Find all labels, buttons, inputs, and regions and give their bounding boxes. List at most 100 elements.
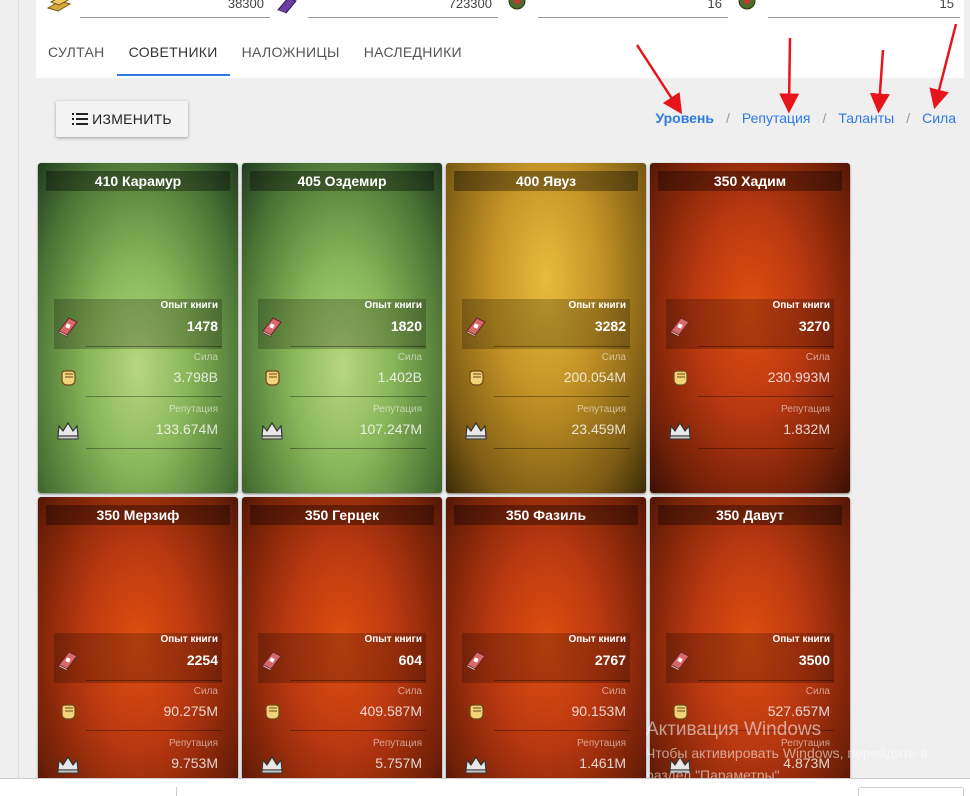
- advisor-name: 400 Явуз: [454, 171, 638, 191]
- resource-bar: 38300 723300 16 15: [36, 0, 964, 24]
- book-exp-label: Опыт книги: [568, 300, 626, 311]
- advisor-name: 405 Оздемир: [250, 171, 434, 191]
- resource-wreath-2-value: 15: [939, 0, 954, 11]
- stat-underline: [698, 346, 834, 347]
- book-exp-row: Опыт книги 1478: [54, 299, 222, 349]
- reputation-value: 107.247M: [359, 421, 422, 437]
- fist-icon: [61, 370, 76, 386]
- reputation-row: Репутация 1.832M: [666, 403, 834, 451]
- stat-underline: [698, 680, 834, 681]
- book-exp-label: Опыт книги: [160, 634, 218, 645]
- stat-underline: [86, 730, 222, 731]
- crown-icon: [57, 755, 79, 774]
- fist-icon: [265, 370, 280, 386]
- book-exp-row: Опыт книги 2767: [462, 633, 630, 683]
- book-exp-value: 604: [398, 652, 422, 668]
- tab-heirs[interactable]: НАСЛЕДНИКИ: [352, 34, 474, 76]
- book-icon: [670, 651, 690, 671]
- reputation-value: 1.832M: [783, 421, 830, 437]
- advisor-card[interactable]: 350 Хадим Опыт книги 3270 Сила 230.993M Репут…: [650, 163, 850, 493]
- power-value: 409.587M: [359, 703, 422, 719]
- power-label: Сила: [805, 686, 830, 697]
- book-exp-label: Опыт книги: [568, 634, 626, 645]
- advisor-card[interactable]: 410 Карамур Опыт книги 1478 Сила 3.798B Репут…: [38, 163, 238, 493]
- stat-underline: [290, 396, 426, 397]
- power-row: Сила 3.798B: [54, 351, 222, 399]
- stat-underline: [494, 730, 630, 731]
- advisor-name: 350 Герцек: [250, 505, 434, 525]
- stat-underline: [290, 448, 426, 449]
- power-value: 90.275M: [163, 703, 218, 719]
- power-label: Сила: [397, 686, 422, 697]
- bottom-bar: [0, 778, 970, 796]
- reputation-value: 133.674M: [155, 421, 218, 437]
- book-exp-value: 1478: [186, 318, 218, 334]
- left-divider: [18, 0, 19, 796]
- power-row: Сила 90.275M: [54, 685, 222, 733]
- bottom-divider: [176, 787, 177, 796]
- book-exp-label: Опыт книги: [160, 300, 218, 311]
- tab-advisors[interactable]: СОВЕТНИКИ: [116, 34, 230, 76]
- stat-underline: [494, 680, 630, 681]
- sort-separator: /: [726, 110, 730, 126]
- resource-underline: [538, 17, 728, 18]
- power-row: Сила 200.054M: [462, 351, 630, 399]
- advisor-card[interactable]: 400 Явуз Опыт книги 3282 Сила 200.054M Репута…: [446, 163, 646, 493]
- advisor-card[interactable]: 350 Мерзиф Опыт книги 2254 Сила 90.275M Репут…: [38, 497, 238, 796]
- reputation-label: Репутация: [373, 738, 422, 749]
- resource-wreath: 16: [504, 0, 728, 18]
- book-exp-row: Опыт книги 2254: [54, 633, 222, 683]
- stat-underline: [494, 396, 630, 397]
- tab-concubines[interactable]: НАЛОЖНИЦЫ: [230, 34, 352, 76]
- advisor-card[interactable]: 405 Оздемир Опыт книги 1820 Сила 1.402B Репут…: [242, 163, 442, 493]
- gold-bars-icon: [46, 0, 72, 12]
- stat-underline: [494, 346, 630, 347]
- stat-underline: [86, 680, 222, 681]
- book-exp-value: 1820: [390, 318, 422, 334]
- power-row: Сила 409.587M: [258, 685, 426, 733]
- book-exp-row: Опыт книги 3270: [666, 299, 834, 349]
- sort-talents-link[interactable]: Таланты: [838, 110, 894, 126]
- reputation-row: Репутация 23.459M: [462, 403, 630, 451]
- power-value: 230.993M: [767, 369, 830, 385]
- fist-icon: [673, 370, 688, 386]
- book-exp-label: Опыт книги: [364, 300, 422, 311]
- advisor-card[interactable]: 350 Фазиль Опыт книги 2767 Сила 90.153M Репут…: [446, 497, 646, 796]
- book-exp-value: 2767: [594, 652, 626, 668]
- tab-sultan[interactable]: СУЛТАН: [36, 34, 117, 76]
- fist-icon: [469, 704, 484, 720]
- crown-icon: [669, 421, 691, 440]
- stat-underline: [290, 346, 426, 347]
- book-icon: [466, 317, 486, 337]
- reputation-value: 23.459M: [571, 421, 626, 437]
- advisor-name: 350 Мерзиф: [46, 505, 230, 525]
- book-exp-label: Опыт книги: [364, 634, 422, 645]
- stat-underline: [86, 346, 222, 347]
- book-exp-row: Опыт книги 3500: [666, 633, 834, 683]
- book-icon: [262, 317, 282, 337]
- reputation-label: Репутация: [373, 404, 422, 415]
- resource-underline: [308, 17, 498, 18]
- advisor-card[interactable]: 350 Герцек Опыт книги 604 Сила 409.587M Репут…: [242, 497, 442, 796]
- wreath-icon-2: [738, 0, 756, 10]
- stat-underline: [86, 396, 222, 397]
- book-exp-value: 3270: [798, 318, 830, 334]
- resource-underline: [768, 17, 960, 18]
- reputation-value: 5.757M: [375, 755, 422, 771]
- advisor-name: 350 Фазиль: [454, 505, 638, 525]
- edit-button[interactable]: ИЗМЕНИТЬ: [56, 101, 188, 137]
- sort-level-link[interactable]: Уровень: [655, 110, 714, 126]
- sort-reputation-link[interactable]: Репутация: [742, 110, 811, 126]
- crown-icon: [261, 421, 283, 440]
- power-value: 3.798B: [173, 369, 218, 385]
- book-icon: [466, 651, 486, 671]
- power-value: 90.153M: [571, 703, 626, 719]
- reputation-value: 9.753M: [171, 755, 218, 771]
- sort-separator: /: [906, 110, 911, 126]
- power-row: Сила 1.402B: [258, 351, 426, 399]
- stat-underline: [698, 396, 834, 397]
- wreath-icon: [508, 0, 526, 10]
- book-exp-value: 2254: [186, 652, 218, 668]
- sort-power-link[interactable]: Сила: [922, 110, 956, 126]
- bottom-box: [858, 787, 964, 796]
